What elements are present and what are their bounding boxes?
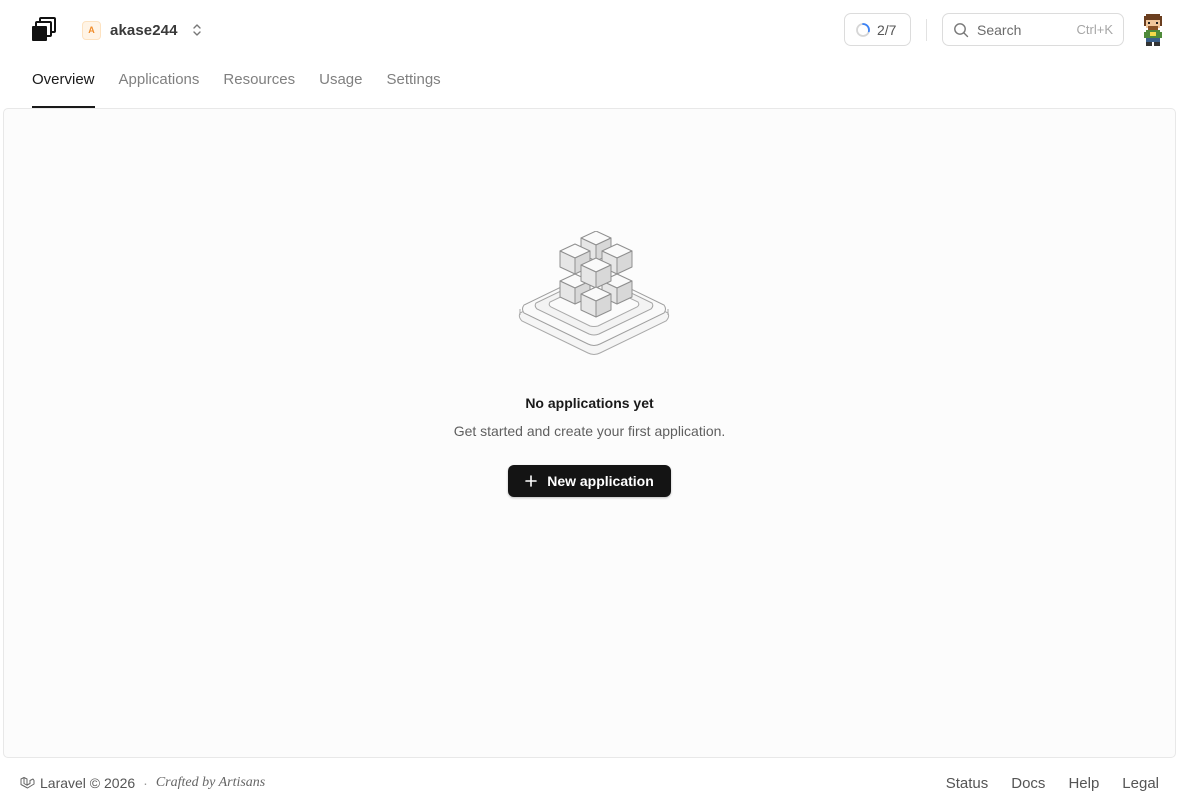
search-input[interactable]: Search Ctrl+K (942, 13, 1124, 46)
main-tabs: Overview Applications Resources Usage Se… (32, 62, 465, 108)
header-divider (926, 19, 927, 41)
footer-copyright: Laravel © 2026 (40, 775, 136, 791)
new-application-button[interactable]: New application (508, 465, 671, 497)
tab-usage[interactable]: Usage (319, 62, 362, 108)
top-header: A akase244 2/7 Search Ctrl+K (0, 0, 1181, 60)
search-placeholder: Search (977, 21, 1022, 38)
footer-link-legal[interactable]: Legal (1122, 775, 1159, 792)
footer-link-help[interactable]: Help (1068, 775, 1099, 792)
page-footer: Laravel © 2026 · Crafted by Artisans Sta… (0, 766, 1181, 802)
search-icon (953, 22, 969, 38)
team-initial-badge: A (82, 20, 101, 40)
tab-applications[interactable]: Applications (119, 62, 200, 108)
footer-link-docs[interactable]: Docs (1011, 775, 1045, 792)
new-application-label: New application (547, 473, 654, 489)
tab-overview[interactable]: Overview (32, 62, 95, 108)
isometric-cubes-icon (514, 230, 674, 361)
footer-link-status[interactable]: Status (946, 775, 989, 792)
onboarding-progress-button[interactable]: 2/7 (844, 13, 911, 46)
progress-ring-icon (855, 22, 871, 38)
team-name: akase244 (110, 21, 178, 39)
footer-brand: Laravel © 2026 · Crafted by Artisans (20, 775, 265, 791)
footer-separator: · (143, 775, 148, 791)
page: A akase244 2/7 Search Ctrl+K Overview Ap… (0, 0, 1181, 803)
footer-links: Status Docs Help Legal (923, 775, 1159, 792)
progress-label: 2/7 (877, 21, 897, 38)
chevron-up-down-icon (192, 23, 204, 37)
laravel-logo-icon (20, 776, 35, 791)
empty-state-title: No applications yet (525, 395, 654, 411)
pixel-avatar-icon[interactable] (1140, 14, 1166, 46)
empty-state-subtitle: Get started and create your first applic… (453, 423, 726, 439)
overview-panel: No applications yet Get started and crea… (3, 108, 1176, 758)
stacked-squares-logo-icon[interactable] (31, 17, 57, 43)
footer-tagline: Crafted by Artisans (155, 775, 266, 790)
plus-icon (525, 475, 538, 487)
tab-settings[interactable]: Settings (386, 62, 440, 108)
team-switcher[interactable]: A akase244 (82, 19, 204, 41)
search-shortcut: Ctrl+K (1076, 22, 1113, 37)
tab-resources[interactable]: Resources (223, 62, 295, 108)
